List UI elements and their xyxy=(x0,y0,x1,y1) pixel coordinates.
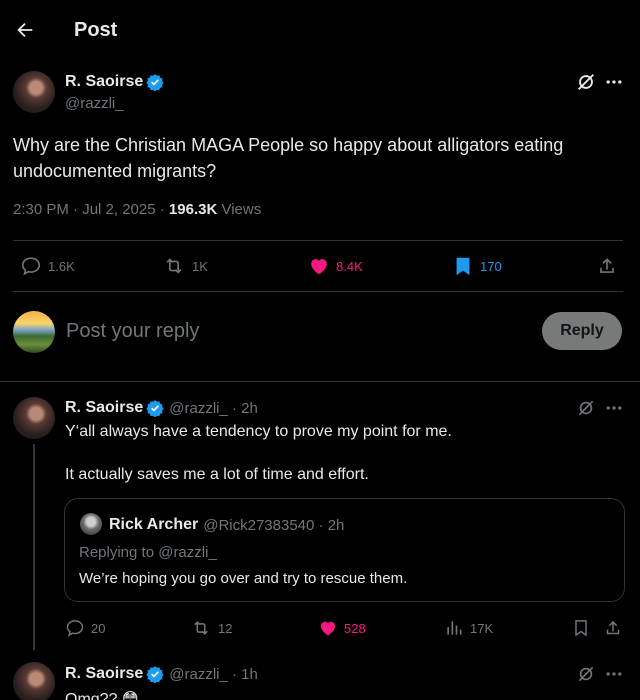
avatar[interactable] xyxy=(13,71,55,113)
quote-author: Rick Archer @Rick27383540 · 2h xyxy=(109,516,344,534)
reply-author[interactable]: R. Saoirse @razzli_ · 2h xyxy=(65,399,258,417)
handle-time: @razzli_ · 1h xyxy=(169,665,258,683)
handle-time: @Rick27383540 · 2h xyxy=(203,516,345,534)
like-count-button[interactable]: 8.4K xyxy=(308,255,363,277)
reply-input[interactable]: Post your reply xyxy=(66,320,199,343)
avatar xyxy=(80,513,102,535)
reply-icon xyxy=(65,618,85,638)
repost-count: 12 xyxy=(218,620,233,636)
post-meta: 2:30 PM · Jul 2, 2025 · 196.3K Views xyxy=(13,201,261,218)
reply-icon xyxy=(20,255,42,277)
more-options-icon[interactable] xyxy=(604,664,624,684)
bookmark-count-button[interactable]: 170 xyxy=(452,255,502,277)
reply-text-line: It actually saves me a lot of time and e… xyxy=(65,466,369,483)
views-button[interactable]: 17K xyxy=(444,618,493,638)
grok-icon[interactable] xyxy=(576,398,596,418)
views-label: Views xyxy=(217,201,262,218)
grok-icon[interactable] xyxy=(576,664,596,684)
bookmark-count: 170 xyxy=(480,258,502,274)
repost-count: 1K xyxy=(192,258,208,274)
like-count: 528 xyxy=(344,620,366,636)
author-name: R. Saoirse xyxy=(65,399,144,416)
repost-count-button[interactable]: 1K xyxy=(162,255,208,277)
post-author[interactable]: R. Saoirse xyxy=(65,73,164,91)
author-name: Rick Archer xyxy=(109,516,199,533)
page-title: Post xyxy=(74,19,118,41)
reply-author[interactable]: R. Saoirse @razzli_ · 1h xyxy=(65,665,258,683)
author-name: R. Saoirse xyxy=(65,665,144,682)
repost-count-button[interactable]: 12 xyxy=(190,618,232,638)
more-options-icon[interactable] xyxy=(604,398,624,418)
reply-count: 20 xyxy=(91,620,106,636)
repost-icon xyxy=(162,255,186,277)
analytics-icon xyxy=(444,618,464,638)
heart-icon xyxy=(318,618,338,638)
quote-text: We’re hoping you go over and try to resc… xyxy=(79,570,408,587)
bookmark-icon xyxy=(452,255,474,277)
reply-count-button[interactable]: 1.6K xyxy=(20,255,75,277)
verified-badge-icon xyxy=(146,665,164,683)
divider xyxy=(13,240,623,241)
post-text: Why are the Christian MAGA People so hap… xyxy=(13,135,564,181)
back-arrow-icon[interactable] xyxy=(14,19,36,41)
grok-icon[interactable] xyxy=(575,71,597,93)
views-count: 17K xyxy=(470,620,494,636)
replying-to: Replying to @razzli_ xyxy=(79,544,217,561)
reply-count: 1.6K xyxy=(48,258,75,274)
verified-badge-icon xyxy=(146,399,164,417)
verified-badge-icon xyxy=(146,73,164,91)
avatar[interactable] xyxy=(13,397,55,439)
reply-text-line: Y‘all always have a tendency to prove my… xyxy=(65,423,452,440)
views-count: 196.3K xyxy=(168,201,218,218)
repost-icon xyxy=(190,618,212,638)
reply-text: Omg?? 😳 xyxy=(65,691,139,700)
heart-icon xyxy=(308,255,330,277)
like-count: 8.4K xyxy=(336,258,363,274)
my-avatar[interactable] xyxy=(13,311,55,353)
divider xyxy=(13,291,623,292)
thread-line xyxy=(33,444,35,650)
avatar[interactable] xyxy=(13,662,55,700)
reply-count-button[interactable]: 20 xyxy=(65,618,105,638)
timestamp: 2:30 PM · Jul 2, 2025 · xyxy=(13,201,169,218)
handle-time: @razzli_ · 2h xyxy=(169,399,258,417)
share-icon[interactable] xyxy=(603,618,623,638)
author-name: R. Saoirse xyxy=(65,73,144,90)
like-count-button[interactable]: 528 xyxy=(318,618,366,638)
reply-button[interactable]: Reply xyxy=(542,312,622,350)
more-options-icon[interactable] xyxy=(604,72,624,92)
bookmark-icon[interactable] xyxy=(571,618,591,638)
divider xyxy=(0,381,640,382)
author-handle: @razzli_ xyxy=(65,95,124,112)
share-icon[interactable] xyxy=(596,255,618,277)
